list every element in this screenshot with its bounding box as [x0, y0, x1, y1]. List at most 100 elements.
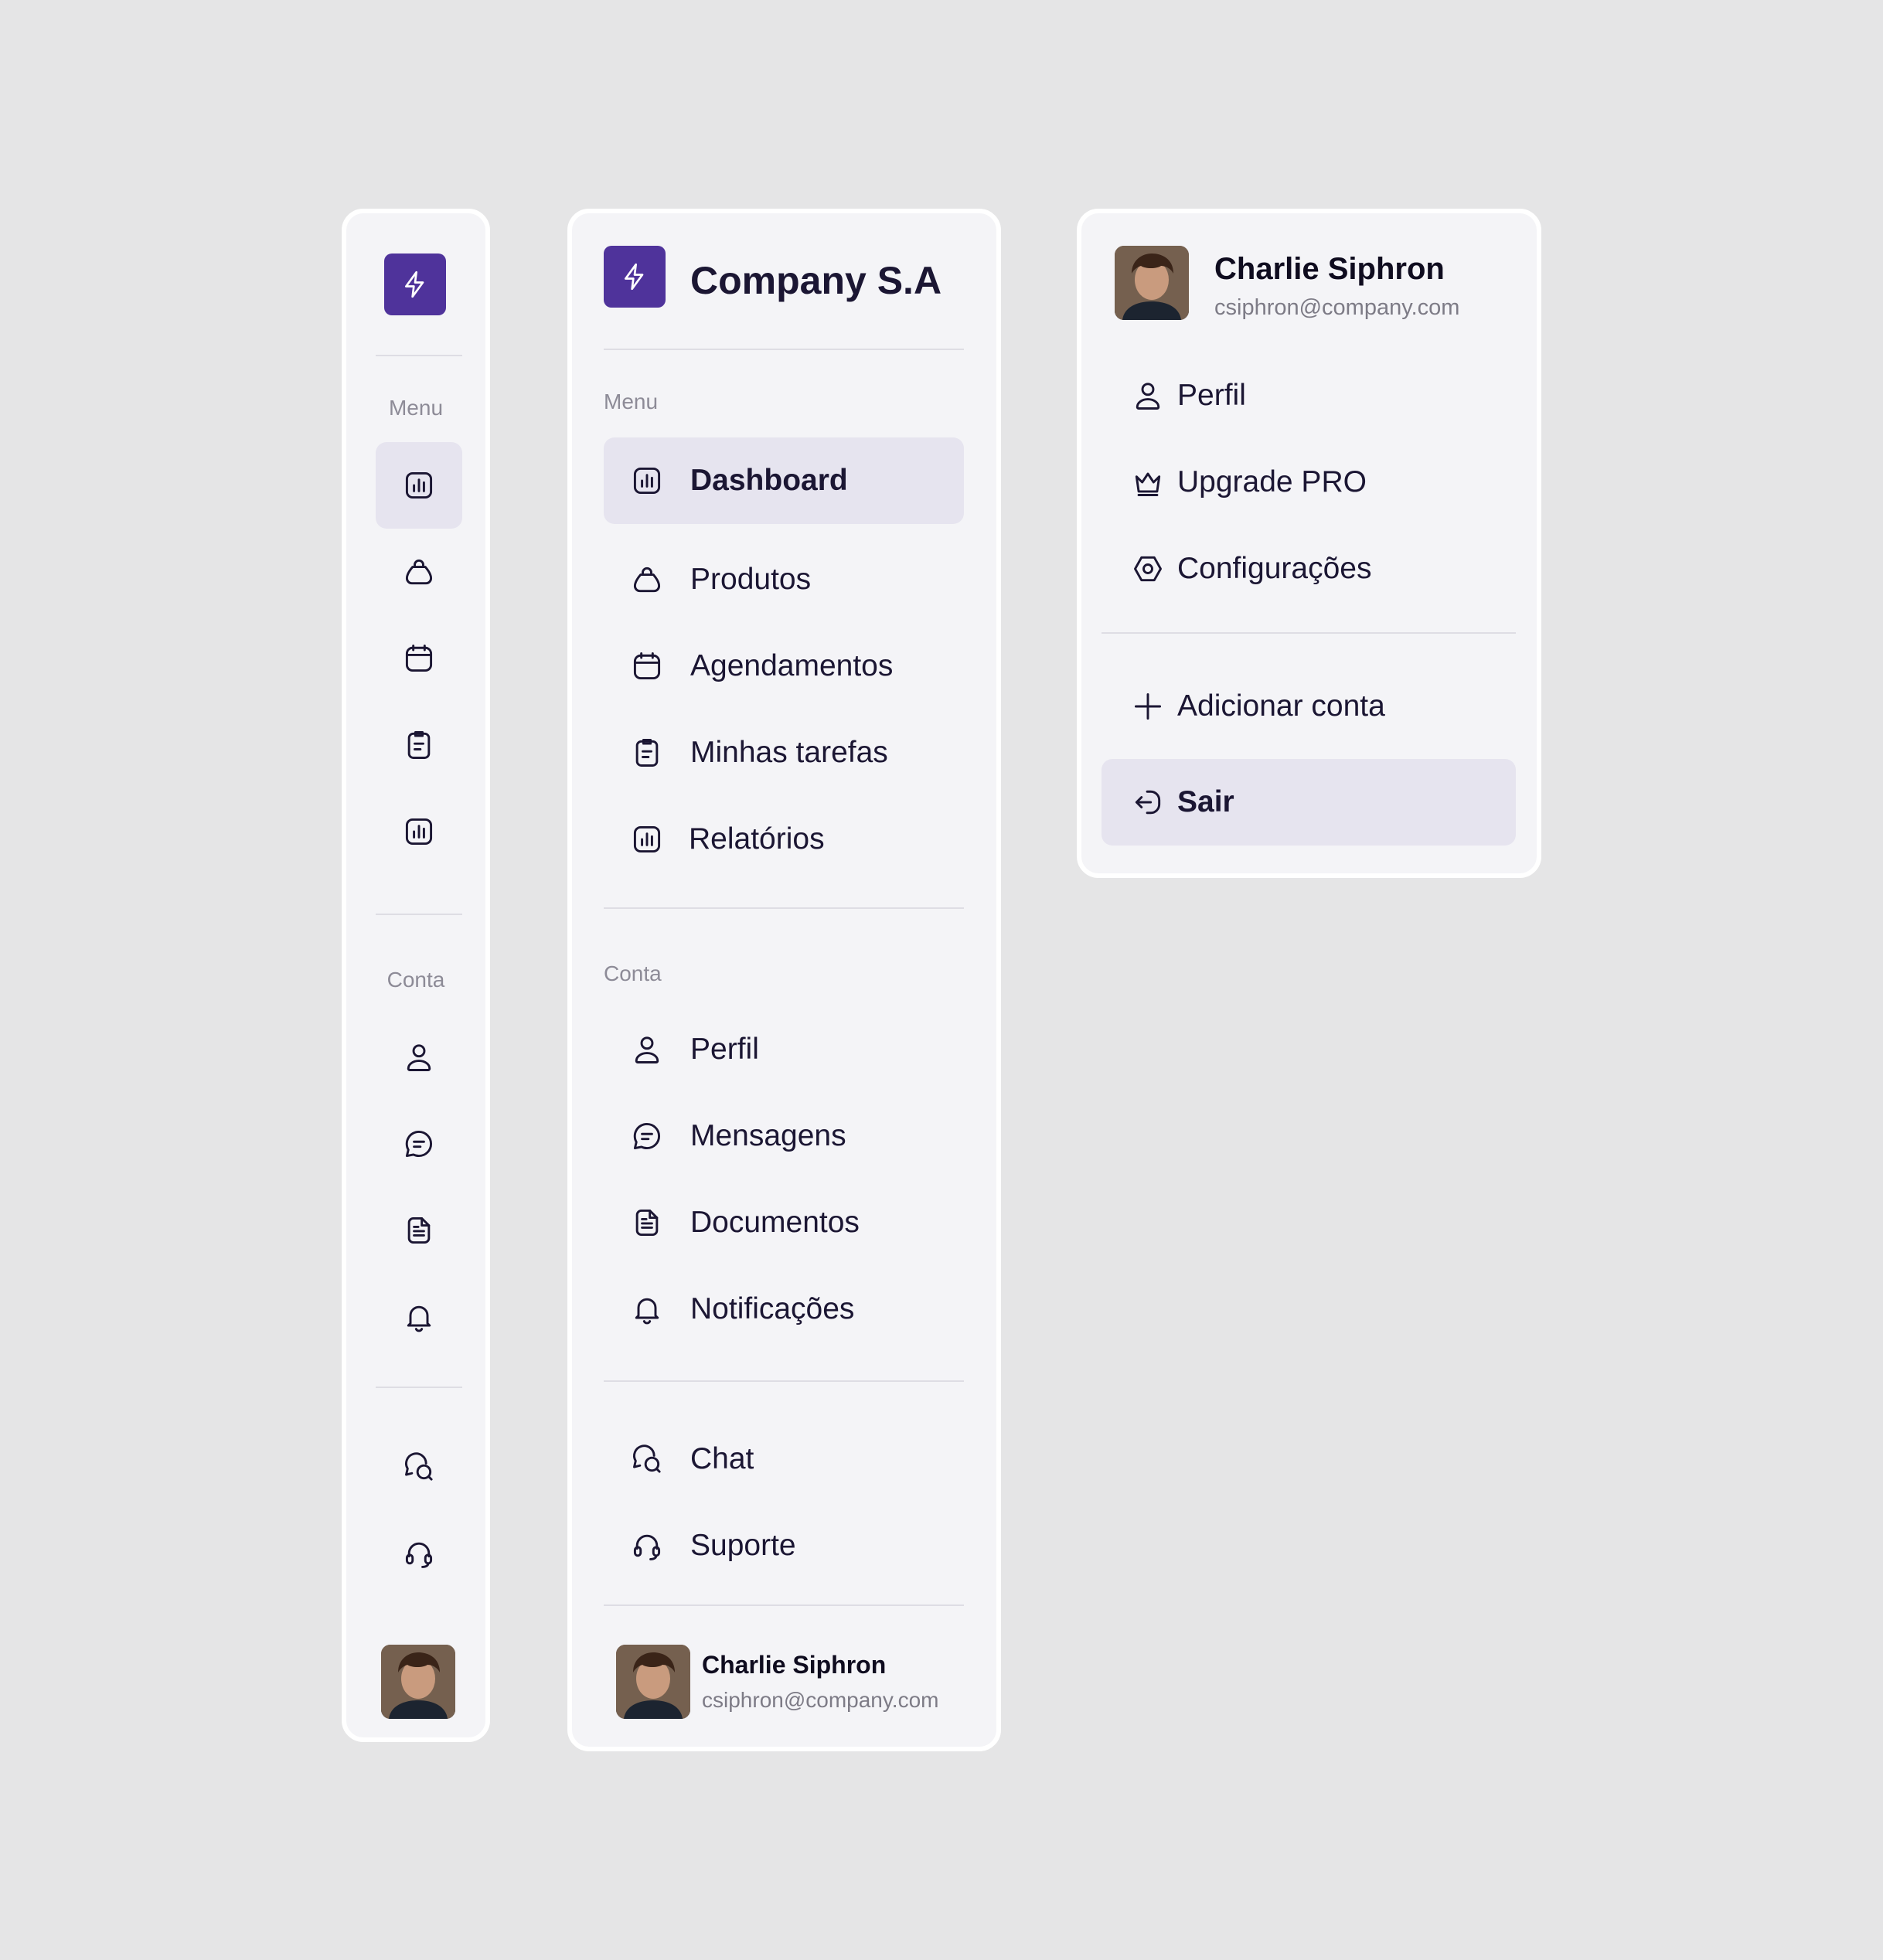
nav-item-suporte[interactable]: Suporte	[604, 1502, 964, 1589]
sidebar-icon-perfil[interactable]	[376, 1014, 462, 1101]
menu-item-label: Perfil	[1177, 379, 1246, 412]
divider	[604, 349, 964, 350]
logo[interactable]	[384, 254, 446, 315]
user-email: csiphron@company.com	[1214, 295, 1460, 320]
logout-label: Sair	[1177, 785, 1234, 818]
plus-icon	[1129, 688, 1166, 725]
avatar[interactable]	[381, 1645, 455, 1719]
nav-item-label: Agendamentos	[690, 649, 894, 682]
shopping-bag-icon	[402, 555, 436, 589]
message-icon	[402, 1127, 436, 1161]
shopping-bag-icon	[628, 561, 666, 598]
sidebar-icon-chat[interactable]	[376, 1424, 462, 1510]
divider	[376, 914, 462, 915]
divider	[604, 1604, 964, 1606]
divider	[376, 1387, 462, 1388]
avatar	[1115, 246, 1189, 320]
menu-item-upgrade-pro[interactable]: Upgrade PRO	[1102, 439, 1516, 526]
menu-item-configuracoes[interactable]: Configurações	[1102, 526, 1516, 612]
nav-item-label: Suporte	[690, 1529, 796, 1562]
sidebar-icon-documentos[interactable]	[376, 1187, 462, 1274]
nav-item-notificacoes[interactable]: Notificações	[604, 1266, 964, 1353]
bell-icon	[628, 1291, 666, 1328]
sidebar-icon-agendamentos[interactable]	[376, 615, 462, 702]
clipboard-icon	[402, 728, 436, 762]
nav-item-relatorios[interactable]: Relatórios	[604, 796, 964, 883]
company-name: Company S.A	[690, 259, 942, 302]
logout-icon	[1129, 784, 1166, 821]
nav-item-mensagens[interactable]: Mensagens	[604, 1093, 964, 1179]
nav-item-produtos[interactable]: Produtos	[604, 536, 964, 623]
document-icon	[402, 1213, 436, 1247]
collapsed-sidebar: Menu Conta	[342, 209, 490, 1742]
message-icon	[628, 1118, 666, 1155]
sidebar-icon-mensagens[interactable]	[376, 1101, 462, 1187]
headset-icon	[402, 1536, 436, 1570]
nav-item-dashboard[interactable]: Dashboard	[604, 437, 964, 524]
sidebar-icon-produtos[interactable]	[376, 529, 462, 615]
lightning-bolt-icon	[619, 261, 650, 292]
section-label-menu: Menu	[604, 390, 659, 413]
nav-item-documentos[interactable]: Documentos	[604, 1179, 964, 1266]
avatar-photo	[616, 1645, 690, 1719]
report-chart-icon	[628, 821, 666, 858]
lightning-bolt-icon	[400, 269, 431, 300]
calendar-icon	[402, 641, 436, 675]
account-dropdown: Charlie Siphron csiphron@company.com Per…	[1077, 209, 1541, 878]
nav-item-label: Produtos	[690, 563, 812, 596]
chat-icon	[628, 1441, 666, 1478]
add-account-label: Adicionar conta	[1177, 689, 1385, 723]
nav-item-label: Relatórios	[689, 822, 825, 856]
divider	[604, 1380, 964, 1382]
add-account-button[interactable]: Adicionar conta	[1102, 663, 1516, 750]
divider	[376, 355, 462, 356]
divider	[604, 907, 964, 909]
menu-item-label: Configurações	[1177, 552, 1372, 585]
sidebar-icon-relatorios[interactable]	[376, 788, 462, 875]
menu-item-perfil[interactable]: Perfil	[1102, 352, 1516, 439]
menu-item-label: Upgrade PRO	[1177, 465, 1367, 499]
avatar[interactable]	[616, 1645, 690, 1719]
avatar-photo	[381, 1645, 455, 1719]
logout-button[interactable]: Sair	[1102, 759, 1516, 846]
nav-item-label: Perfil	[690, 1033, 759, 1066]
nav-item-label: Notificações	[690, 1292, 855, 1325]
section-label-conta: Conta	[604, 961, 662, 985]
nav-item-label: Documentos	[690, 1206, 860, 1239]
user-email: csiphron@company.com	[702, 1688, 939, 1712]
user-name: Charlie Siphron	[1214, 252, 1445, 286]
user-icon	[402, 1040, 436, 1074]
avatar-photo	[1115, 246, 1189, 320]
bar-chart-icon	[402, 468, 436, 502]
nav-item-minhas-tarefas[interactable]: Minhas tarefas	[604, 709, 964, 796]
calendar-icon	[628, 648, 666, 685]
sidebar-icon-dashboard[interactable]	[376, 442, 462, 529]
nav-item-chat[interactable]: Chat	[604, 1416, 964, 1502]
settings-icon	[1129, 550, 1166, 587]
nav-item-label: Minhas tarefas	[690, 736, 888, 769]
sidebar-icon-suporte[interactable]	[376, 1510, 462, 1597]
section-label-conta: Conta	[386, 968, 445, 992]
expanded-sidebar: Company S.A Menu Dashboard Produtos Agen…	[567, 209, 1001, 1751]
user-icon	[1129, 377, 1166, 414]
bell-icon	[402, 1300, 436, 1334]
nav-item-label: Mensagens	[690, 1119, 846, 1152]
divider	[1102, 632, 1516, 634]
nav-item-perfil[interactable]: Perfil	[604, 1006, 964, 1093]
section-label-menu: Menu	[388, 396, 444, 420]
document-icon	[628, 1204, 666, 1241]
clipboard-icon	[628, 734, 666, 771]
headset-icon	[628, 1527, 666, 1564]
logo[interactable]	[604, 246, 666, 308]
report-chart-icon	[402, 815, 436, 849]
nav-item-agendamentos[interactable]: Agendamentos	[604, 623, 964, 709]
chat-icon	[402, 1450, 436, 1484]
bar-chart-icon	[628, 462, 666, 499]
nav-item-label: Chat	[690, 1442, 754, 1475]
nav-item-label: Dashboard	[690, 464, 848, 497]
crown-icon	[1129, 464, 1166, 501]
sidebar-icon-notificacoes[interactable]	[376, 1274, 462, 1360]
user-icon	[628, 1031, 666, 1068]
sidebar-icon-tarefas[interactable]	[376, 702, 462, 788]
user-name: Charlie Siphron	[702, 1651, 887, 1679]
